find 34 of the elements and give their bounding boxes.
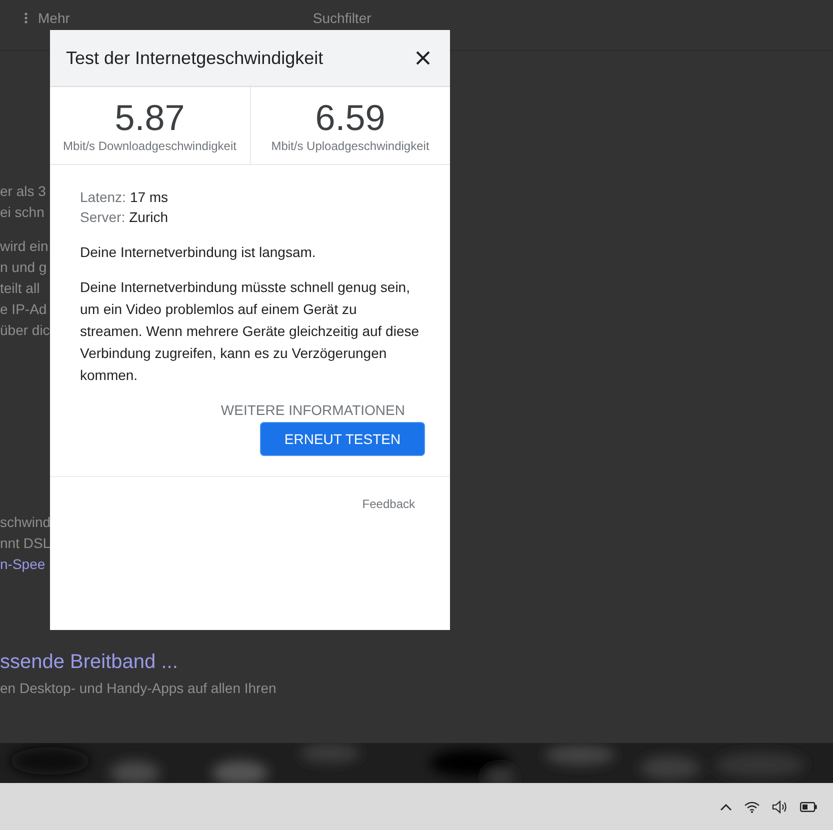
snippet-text: wird ein	[0, 237, 50, 256]
snippet-text: über dic	[0, 321, 50, 340]
search-filter-link[interactable]: Suchfilter	[312, 10, 372, 26]
more-icon	[24, 12, 28, 24]
feedback-link[interactable]: Feedback	[362, 497, 415, 511]
detail-value: 17 ms	[130, 189, 168, 205]
snippet-text: e IP-Ad	[0, 300, 48, 319]
speed-label: Mbit/s Downloadgeschwindigkeit	[63, 138, 236, 152]
speaker-icon[interactable]	[772, 800, 788, 814]
result-link[interactable]: n-Spee	[0, 554, 51, 575]
result-title[interactable]: ssende Breitband ...	[0, 651, 178, 674]
snippet-text: n und g	[0, 258, 48, 277]
snippet-text: teilt all	[0, 279, 41, 298]
snippet-text: er als 3	[0, 182, 46, 201]
more-tab[interactable]: Mehr	[38, 10, 70, 26]
close-icon[interactable]	[416, 51, 430, 65]
speed-value: 6.59	[315, 98, 386, 136]
speed-label: Mbit/s Uploadgeschwindigkeit	[271, 138, 430, 152]
snippet-text: nnt DSL	[0, 534, 51, 553]
battery-icon[interactable]	[800, 802, 817, 812]
detail-label: Latenz:	[80, 189, 126, 205]
retest-button[interactable]: ERNEUT TESTEN	[260, 422, 425, 456]
detail-label: Server:	[80, 209, 126, 225]
description-text: Deine Internetverbindung müsste schnell genug sein, um ein Video problemlos auf einem Gerät zu streamen. Wenn mehrere Geräte gleichzeitig auf diese Verbindung zugreifen, kann es zu Verzögerungen kommen.	[80, 278, 420, 385]
snippet-text: en Desktop- und Handy-Apps auf allen Ihren	[0, 680, 276, 696]
wifi-icon[interactable]	[744, 800, 760, 812]
more-info-link[interactable]: WEITERE INFORMATIONEN	[220, 402, 405, 418]
summary-text: Deine Internetverbindung ist langsam.	[80, 243, 317, 262]
snippet-text: schwind	[0, 513, 51, 532]
detail-value: Zurich	[129, 209, 168, 225]
dialog-title: Test der Internetgeschwindigkeit	[66, 48, 324, 68]
chevron-up-icon[interactable]	[720, 802, 732, 810]
snippet-text: ei schn	[0, 203, 46, 222]
speed-value: 5.87	[114, 98, 185, 136]
